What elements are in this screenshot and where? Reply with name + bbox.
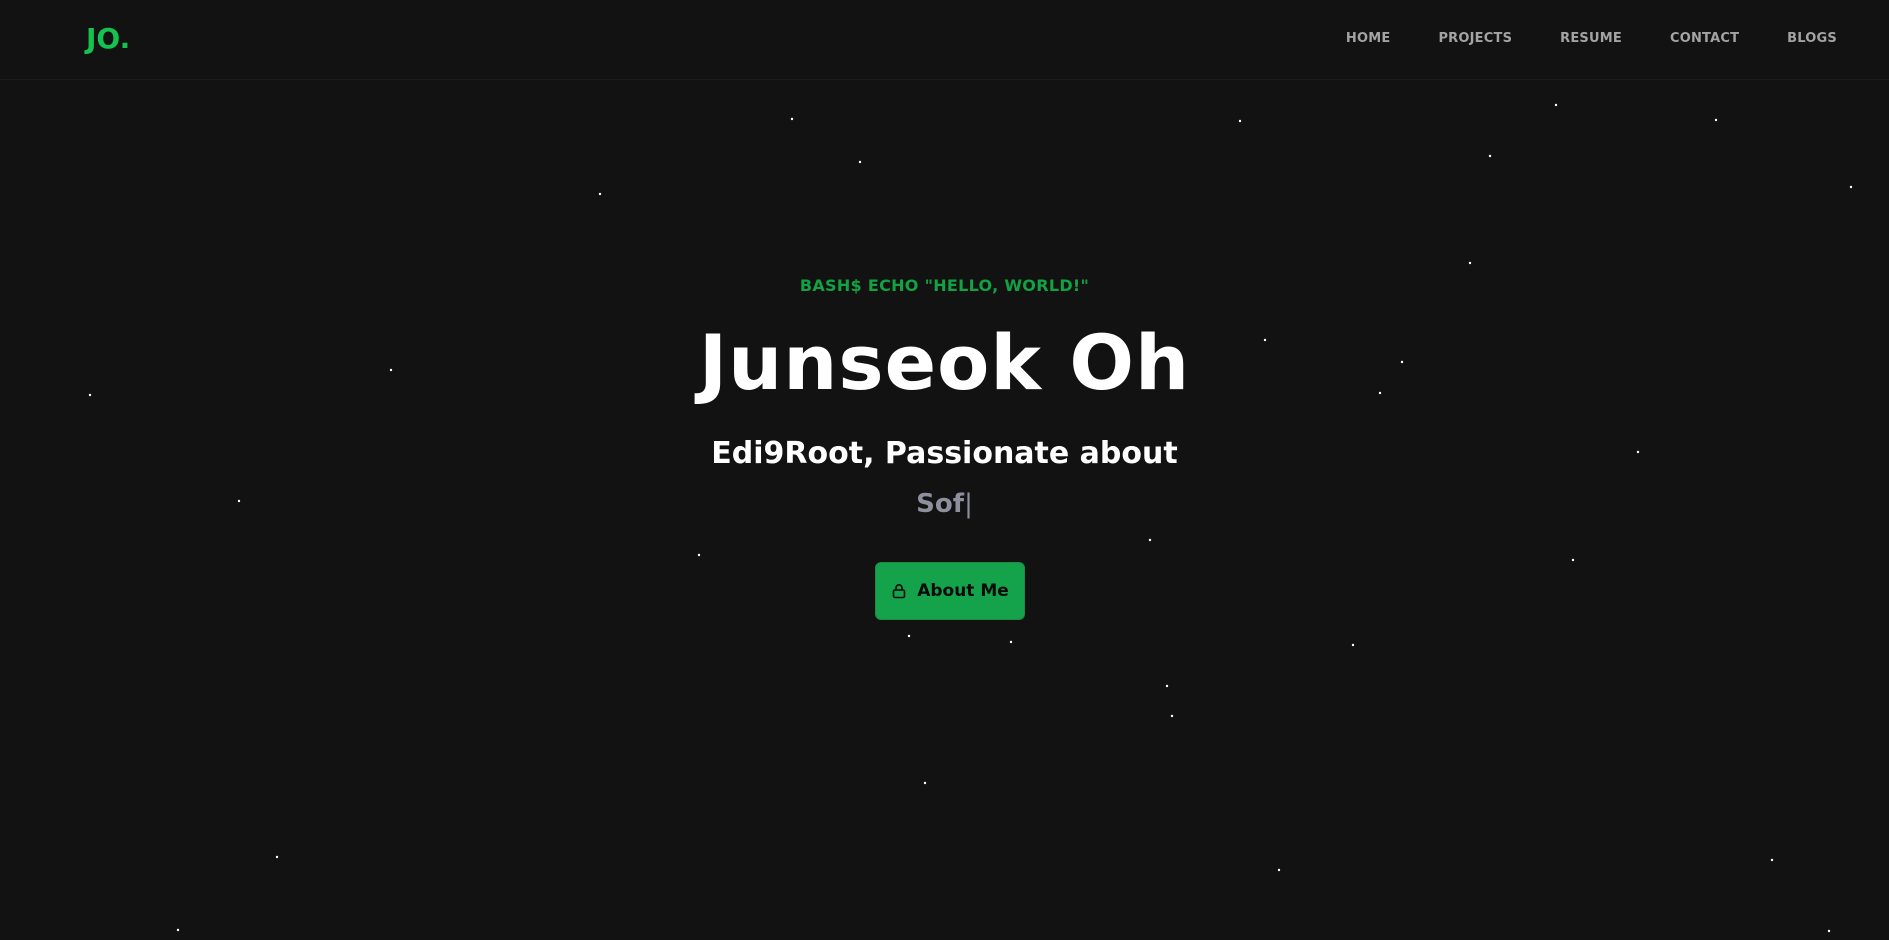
about-me-button-label: About Me <box>917 581 1009 601</box>
nav-item-blogs[interactable]: BLOGS <box>1787 31 1837 46</box>
about-me-button[interactable]: About Me <box>875 562 1025 620</box>
typed-text: Sof <box>916 489 965 519</box>
typed-text-container: Sof| <box>0 489 1889 519</box>
hero-tagline: Edi9Root, Passionate about <box>711 436 1178 471</box>
nav-item-resume[interactable]: RESUME <box>1560 31 1622 46</box>
typing-cursor: | <box>964 489 973 519</box>
lock-icon <box>891 583 907 599</box>
nav-item-home[interactable]: HOME <box>1346 31 1391 46</box>
top-navbar: JO. HOME PROJECTS RESUME CONTACT BLOGS <box>0 0 1889 80</box>
nav-item-projects[interactable]: PROJECTS <box>1438 31 1512 46</box>
hero-name: Junseok Oh <box>698 318 1191 407</box>
nav-item-contact[interactable]: CONTACT <box>1670 31 1739 46</box>
page: JO. HOME PROJECTS RESUME CONTACT BLOGS B… <box>0 0 1889 940</box>
nav-links: HOME PROJECTS RESUME CONTACT BLOGS <box>1298 31 1837 46</box>
site-logo[interactable]: JO. <box>86 22 130 55</box>
hero-command-line: BASH$ ECHO "HELLO, WORLD!" <box>799 276 1090 295</box>
